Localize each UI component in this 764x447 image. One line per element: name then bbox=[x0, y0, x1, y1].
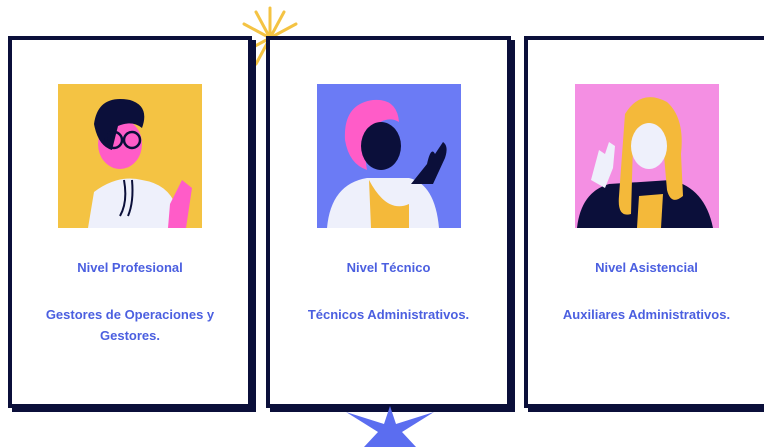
card-nivel-asistencial: Nivel Asistencial Auxiliares Administrat… bbox=[524, 36, 764, 408]
level-roles: Técnicos Administrativos. bbox=[307, 307, 470, 322]
person-pink-hair-waving-illustration bbox=[316, 84, 461, 228]
card-nivel-tecnico: Nivel Técnico Técnicos Administrativos. bbox=[266, 36, 511, 408]
level-roles: Auxiliares Administrativos. bbox=[562, 307, 731, 322]
person-with-glasses-illustration bbox=[58, 84, 202, 228]
blue-star-icon bbox=[346, 406, 434, 447]
level-title: Nivel Profesional bbox=[77, 260, 183, 275]
level-roles: Gestores de Operaciones y Gestores. bbox=[45, 307, 215, 343]
level-title: Nivel Asistencial bbox=[595, 260, 698, 275]
person-blonde-hair-waving-illustration bbox=[574, 84, 719, 228]
card-nivel-profesional: Nivel Profesional Gestores de Operacione… bbox=[8, 36, 252, 408]
level-title: Nivel Técnico bbox=[346, 260, 431, 275]
